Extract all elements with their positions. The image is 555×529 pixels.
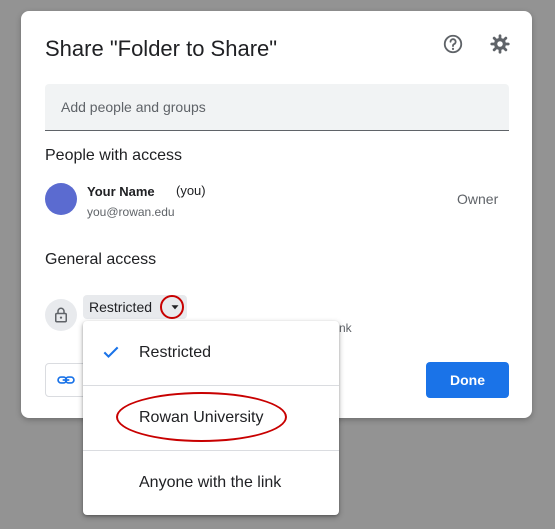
user-email: you@rowan.edu xyxy=(87,205,175,219)
gear-icon[interactable] xyxy=(489,33,511,55)
user-role: Owner xyxy=(457,191,499,207)
add-people-input[interactable] xyxy=(45,84,509,131)
user-you-suffix: (you) xyxy=(176,183,206,198)
caret-annotation-circle xyxy=(160,295,184,319)
menu-item-label: Anyone with the link xyxy=(139,473,282,491)
help-icon[interactable] xyxy=(442,33,464,55)
general-access-description: nk xyxy=(339,321,352,335)
check-icon xyxy=(103,346,119,359)
menu-item-label: Rowan University xyxy=(139,408,264,426)
general-access-heading: General access xyxy=(45,251,157,268)
dialog-title: Share "Folder to Share" xyxy=(45,36,278,61)
people-with-access-heading: People with access xyxy=(45,147,182,164)
done-button[interactable]: Done xyxy=(426,362,509,398)
menu-item-label: Restricted xyxy=(139,343,212,361)
user-name: Your Name xyxy=(87,184,155,199)
lock-icon xyxy=(55,307,67,323)
link-icon xyxy=(57,376,75,384)
menu-item-restricted[interactable]: Restricted xyxy=(83,321,339,384)
lock-badge xyxy=(45,299,77,331)
general-access-menu: Restricted Rowan University Anyone with … xyxy=(83,321,339,515)
menu-item-rowan-university[interactable]: Rowan University xyxy=(83,386,339,449)
avatar xyxy=(45,183,77,215)
menu-item-anyone-with-link[interactable]: Anyone with the link xyxy=(83,451,339,514)
general-access-value: Restricted xyxy=(89,299,153,315)
